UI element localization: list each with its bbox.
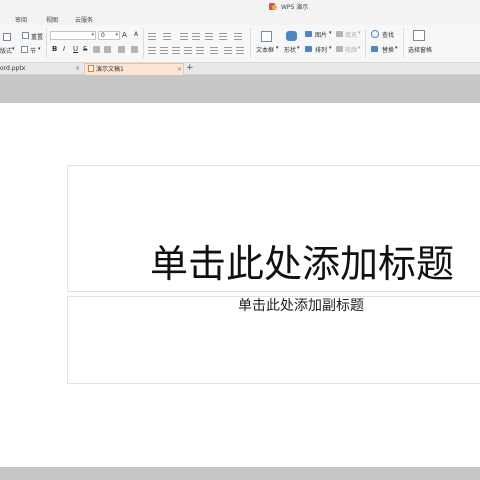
doc-tab-label: ord.pptx <box>0 65 26 72</box>
tab-cloud-service[interactable]: 云服务 <box>75 15 93 24</box>
highlight-icon[interactable] <box>118 46 125 53</box>
selection-pane-button[interactable]: 选择窗格 <box>408 45 432 54</box>
ribbon-toolbar: 重置 版式 ▾ 节 ▾ ▾ 0 ▾ A A B I U S 文本框 ▾ 形状 ▾… <box>0 25 480 63</box>
section-icon <box>21 46 28 53</box>
find-button[interactable]: 查找 <box>382 30 394 39</box>
subtitle-placeholder-text[interactable]: 单击此处添加副标题 <box>238 297 364 315</box>
columns-icon[interactable] <box>205 33 213 40</box>
fill-button[interactable]: 填充 <box>345 30 357 39</box>
font-name-dropdown-icon[interactable]: ▾ <box>91 32 94 39</box>
outline-icon <box>336 46 343 52</box>
new-slide-icon[interactable] <box>3 33 11 41</box>
workspace-background <box>0 75 480 103</box>
reset-button[interactable]: 重置 <box>31 32 43 41</box>
clear-format-icon[interactable] <box>131 46 138 53</box>
font-color-icon[interactable] <box>104 46 111 53</box>
window-title: WPS 演示 <box>269 1 308 12</box>
vertical-align-icon[interactable] <box>210 47 218 54</box>
ribbon-tab-bar: 审阅 视图 云服务 <box>0 13 480 25</box>
group-separator <box>403 28 404 58</box>
font-size-combo[interactable]: 0 ▾ <box>98 31 120 40</box>
text-direction-icon[interactable] <box>234 33 242 40</box>
shape-button[interactable]: 形状 <box>284 45 296 54</box>
group-separator <box>143 28 144 58</box>
font-name-combo[interactable]: ▾ <box>50 31 96 40</box>
line-spacing-icon[interactable] <box>219 33 227 40</box>
picture-dropdown-icon[interactable]: ▾ <box>329 30 332 36</box>
replace-dropdown-icon[interactable]: ▾ <box>395 45 398 51</box>
italic-button[interactable]: I <box>63 45 65 53</box>
doc-tab-ord[interactable]: ord.pptx × <box>0 63 82 75</box>
strikethrough-button[interactable]: S <box>83 45 87 53</box>
shape-dropdown-icon[interactable]: ▾ <box>297 45 300 51</box>
shape-icon[interactable] <box>286 31 297 41</box>
bullet-list-icon[interactable] <box>148 33 156 40</box>
fill-dropdown-icon[interactable]: ▾ <box>358 30 361 36</box>
doc-tab-label: 演示文稿1 <box>96 66 124 73</box>
textbox-icon[interactable] <box>261 31 272 42</box>
section-dropdown-icon[interactable]: ▾ <box>38 46 41 52</box>
arrange-dropdown-icon[interactable]: ▾ <box>329 45 332 51</box>
font-size-dropdown-icon[interactable]: ▾ <box>115 32 118 39</box>
numbered-list-icon[interactable] <box>163 33 171 40</box>
distribute-icon[interactable] <box>196 47 204 54</box>
grow-font-button[interactable]: A <box>122 31 127 39</box>
font-size-value: 0 <box>101 32 105 39</box>
outline-dropdown-icon[interactable]: ▾ <box>358 45 361 51</box>
fill-icon <box>336 31 343 37</box>
title-bar: WPS 演示 <box>0 0 480 13</box>
shrink-font-button[interactable]: A <box>134 31 138 38</box>
align-right-icon[interactable] <box>172 47 180 54</box>
new-tab-icon[interactable]: + <box>186 63 194 74</box>
title-placeholder-text[interactable]: 单击此处添加标题 <box>150 241 454 287</box>
arrange-icon <box>305 46 312 52</box>
underline-button[interactable]: U <box>73 45 78 53</box>
justify-icon[interactable] <box>184 47 192 54</box>
align-left-icon[interactable] <box>148 47 156 54</box>
superscript-icon[interactable] <box>93 46 100 53</box>
doc-tab-presentation1[interactable]: 演示文稿1 × <box>84 63 184 75</box>
tab-review[interactable]: 审阅 <box>15 15 27 24</box>
window-title-text: WPS 演示 <box>281 4 309 11</box>
presentation-file-icon <box>88 65 94 72</box>
increase-indent-icon[interactable] <box>192 33 200 40</box>
picture-icon <box>305 31 312 37</box>
tab-view[interactable]: 视图 <box>46 15 58 24</box>
arrange-button[interactable]: 排列 <box>315 45 327 54</box>
textbox-button[interactable]: 文本框 <box>256 45 274 54</box>
group-separator <box>365 28 366 58</box>
picture-button[interactable]: 图片 <box>315 30 327 39</box>
group-separator <box>250 28 251 58</box>
workspace-background-bottom <box>0 467 480 480</box>
section-button[interactable]: 节 <box>30 46 36 55</box>
replace-button[interactable]: 替换 <box>382 45 394 54</box>
decrease-indent-icon[interactable] <box>180 33 188 40</box>
textbox-dropdown-icon[interactable]: ▾ <box>276 45 279 51</box>
replace-icon <box>371 46 378 52</box>
group-separator <box>46 28 47 58</box>
document-tab-bar: ord.pptx × 演示文稿1 × + <box>0 63 480 75</box>
close-tab-icon[interactable]: × <box>75 63 80 75</box>
layout-button[interactable]: 版式 <box>0 46 12 55</box>
convert-smartart-icon[interactable] <box>236 47 244 54</box>
paragraph-icon[interactable] <box>224 47 232 54</box>
wps-presentation-icon <box>269 2 278 11</box>
reset-icon <box>22 32 29 39</box>
outline-button[interactable]: 轮廓 <box>345 45 357 54</box>
layout-dropdown-icon[interactable]: ▾ <box>12 46 15 52</box>
find-icon <box>371 30 379 38</box>
selection-pane-icon[interactable] <box>413 30 425 41</box>
align-center-icon[interactable] <box>160 47 168 54</box>
bold-button[interactable]: B <box>52 45 57 53</box>
